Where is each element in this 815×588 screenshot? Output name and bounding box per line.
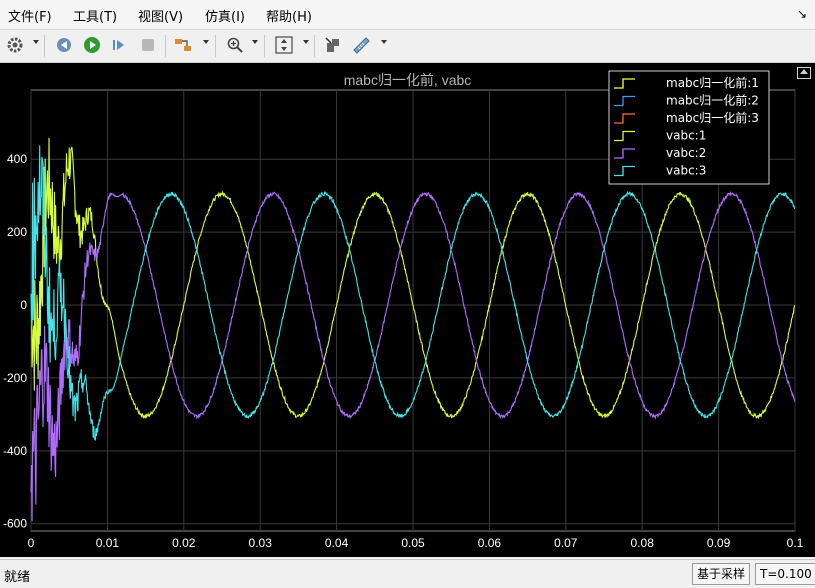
toolbar-separator	[314, 35, 315, 57]
x-tick-label: 0	[28, 536, 35, 550]
legend-entry[interactable]: mabc归一化前:3	[666, 110, 759, 125]
x-tick-label: 0.09	[707, 536, 731, 550]
status-ready: 就绪	[4, 570, 31, 585]
step-forward-icon[interactable]	[108, 34, 130, 56]
undock-icon[interactable]	[797, 67, 811, 79]
x-tick-label: 0.05	[401, 536, 425, 550]
run-icon[interactable]	[81, 34, 103, 56]
settings-icon[interactable]	[4, 34, 26, 56]
highlight-block-icon[interactable]	[322, 34, 344, 56]
y-tick-label: 400	[7, 152, 27, 166]
settings-dropdown-caret-icon[interactable]	[33, 40, 39, 44]
toolbar-separator	[215, 35, 216, 57]
status-bar: 就绪 基于采样 T=0.100	[0, 559, 815, 588]
zoom-dropdown-caret-icon[interactable]	[252, 40, 258, 44]
y-tick-label: -400	[3, 444, 27, 458]
legend-entry[interactable]: vabc:2	[666, 146, 706, 160]
toolbar-separator	[264, 35, 265, 57]
measure-dropdown-caret-icon[interactable]	[381, 40, 387, 44]
signal-select-icon[interactable]	[172, 34, 194, 56]
legend-entry[interactable]: vabc:3	[666, 164, 706, 178]
plot-title: mabc归一化前, vabc	[343, 72, 472, 88]
autoscale-icon[interactable]	[273, 34, 295, 56]
step-back-icon[interactable]	[53, 34, 75, 56]
status-mode: 基于采样	[692, 563, 751, 585]
y-tick-label: -200	[3, 371, 27, 385]
toolbar-separator	[44, 35, 45, 57]
menu-tools[interactable]: 工具(T)	[73, 6, 117, 25]
x-tick-label: 0.01	[96, 536, 120, 550]
status-time: T=0.100	[755, 563, 815, 585]
y-tick-label: 0	[20, 298, 27, 312]
x-tick-label: 0.02	[172, 536, 196, 550]
menu-help[interactable]: 帮助(H)	[266, 6, 312, 25]
x-tick-label: 0.07	[554, 536, 578, 550]
legend-entry[interactable]: vabc:1	[666, 129, 706, 143]
scope-plot[interactable]: 0 0.01 0.02 0.03 0.04 0.05 0.06 0.07 0.08 0.09 0.1…	[0, 63, 815, 557]
x-tick-label: 0.04	[325, 536, 349, 550]
measure-icon[interactable]	[350, 34, 372, 56]
x-tick-label: 0.03	[249, 536, 273, 550]
y-tick-label: 200	[7, 225, 27, 239]
zoom-icon[interactable]	[224, 34, 246, 56]
toolbar-separator	[165, 35, 166, 57]
toolbar	[0, 29, 815, 63]
menu-file[interactable]: 文件(F)	[8, 6, 52, 25]
menu-bar: 文件(F) 工具(T) 视图(V) 仿真(I) 帮助(H) ↘	[0, 0, 815, 28]
x-tick-label: 0.1	[787, 536, 804, 550]
x-tick-label: 0.08	[631, 536, 655, 550]
stop-icon[interactable]	[137, 34, 159, 56]
legend-entry[interactable]: mabc归一化前:2	[666, 93, 759, 108]
autoscale-dropdown-caret-icon[interactable]	[303, 40, 309, 44]
dock-arrow-icon[interactable]: ↘	[797, 7, 807, 21]
menu-view[interactable]: 视图(V)	[138, 6, 183, 25]
y-tick-label: -600	[3, 517, 27, 531]
signal-dropdown-caret-icon[interactable]	[203, 40, 209, 44]
x-tick-label: 0.06	[478, 536, 502, 550]
menu-simulation[interactable]: 仿真(I)	[205, 6, 245, 25]
